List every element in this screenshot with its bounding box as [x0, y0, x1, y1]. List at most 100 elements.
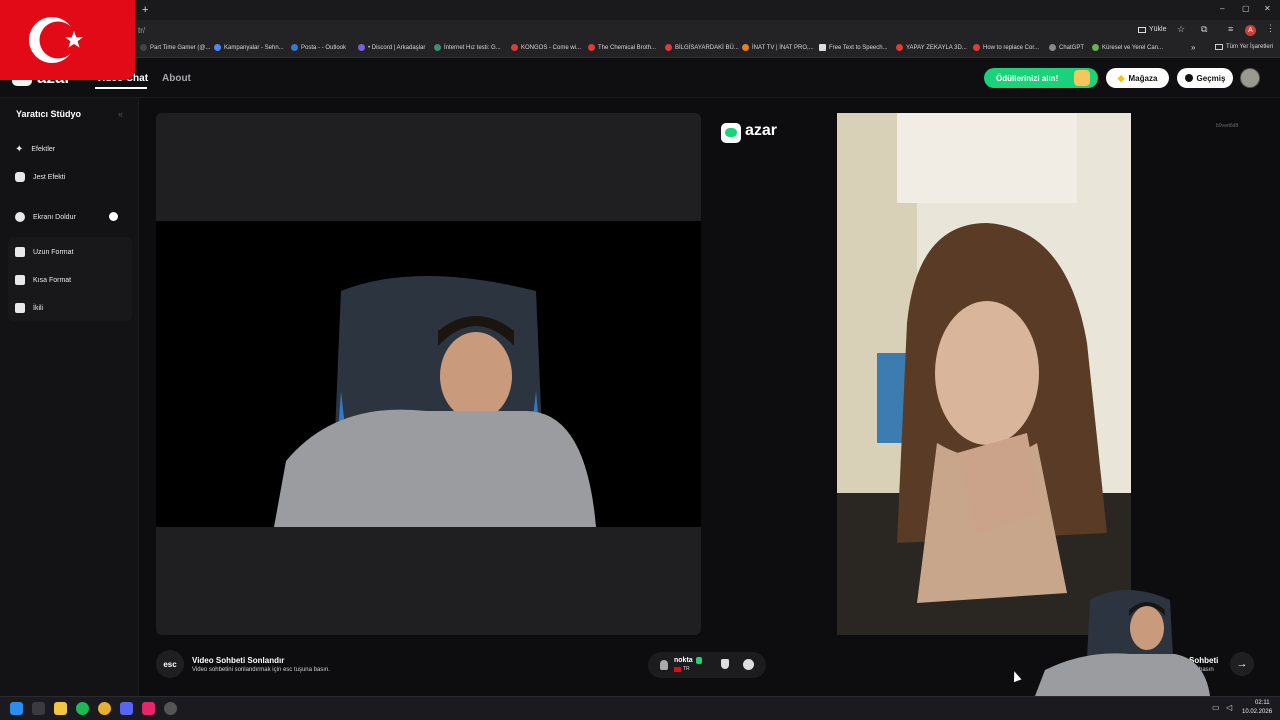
bookmark-icon: [140, 44, 147, 51]
partner-info-bar: nokta TR: [648, 652, 766, 678]
rewards-label: Ödüllerinizi alın!: [996, 73, 1059, 83]
bookmark-label: Kampanyalar - Sehn...: [224, 44, 284, 51]
bookmark-item[interactable]: How to replace Cor...: [973, 44, 1039, 51]
browser-tab-bar: + – ▢ ✕: [0, 0, 1280, 20]
bookmark-item[interactable]: İnternet Hız testi: G...: [434, 44, 501, 51]
file-explorer-icon[interactable]: [54, 702, 67, 715]
sidebar-item-short-format[interactable]: Kısa Format: [8, 268, 132, 292]
azar-main-logo-icon: [721, 123, 741, 143]
history-button[interactable]: Geçmiş: [1177, 68, 1233, 88]
new-tab-button[interactable]: +: [142, 4, 148, 16]
store-label: Mağaza: [1128, 73, 1158, 83]
bookmark-item[interactable]: Posta - - Outlook: [291, 44, 346, 51]
collapse-sidebar-button[interactable]: «: [118, 109, 123, 119]
bookmark-icon: [742, 44, 749, 51]
person-icon: [660, 660, 668, 670]
menu-icon[interactable]: ⋮: [1266, 23, 1275, 34]
install-icon: [1138, 26, 1146, 33]
tiktok-icon[interactable]: [142, 702, 155, 715]
nav-active-underline: [95, 87, 147, 89]
chatgpt-icon: [1049, 44, 1056, 51]
taskbar-app-icon[interactable]: [164, 702, 177, 715]
bookmark-label: Küresel ve Yerel Can...: [1102, 44, 1164, 51]
address-bar[interactable]: tr/ Yükle ☆ ⧉ ≡ A ⋮: [0, 20, 1280, 42]
bookmark-icon: [358, 44, 365, 51]
maximize-icon[interactable]: ▢: [1242, 4, 1250, 13]
bookmark-item[interactable]: İNAT TV | İNAT PRO,...: [742, 44, 814, 51]
bookmark-label: Posta - - Outlook: [301, 44, 347, 51]
history-label: Geçmiş: [1196, 73, 1226, 83]
streamer-silhouette-image: [1035, 590, 1210, 696]
remote-camera-feed: [837, 113, 1131, 635]
nav-about[interactable]: About: [162, 73, 191, 84]
bookmark-item[interactable]: ChatGPT: [1049, 44, 1084, 51]
local-camera-feed: [156, 221, 701, 527]
bookmark-label: BİLGİSAYARDAKİ BÜ...: [675, 44, 739, 51]
extensions-icon[interactable]: ⧉: [1201, 24, 1207, 35]
rewards-button[interactable]: Ödüllerinizi alın!: [984, 68, 1098, 88]
volume-icon[interactable]: ◁: [1226, 703, 1232, 712]
streamer-webcam-overlay: [1035, 580, 1210, 696]
bookmark-item[interactable]: BİLGİSAYARDAKİ BÜ...: [665, 44, 739, 51]
all-bookmarks-label: Tüm Yer İşaretleri: [1226, 44, 1274, 50]
store-button[interactable]: ◆ Mağaza: [1106, 68, 1169, 88]
star-icon[interactable]: ☆: [1177, 24, 1185, 35]
bookmark-item[interactable]: KONGOS - Come wi...: [511, 44, 581, 51]
chat-bubble-icon[interactable]: [743, 659, 754, 670]
install-button[interactable]: Yükle: [1138, 26, 1167, 33]
bookmarks-more-button[interactable]: »: [1191, 43, 1195, 52]
bookmark-label: • Discord | Arkadaşlar: [368, 44, 426, 51]
sidebar-item-label: İkili: [33, 304, 44, 312]
all-bookmarks-button[interactable]: Tüm Yer İşaretleri: [1215, 44, 1273, 50]
profile-avatar[interactable]: A: [1245, 25, 1256, 36]
bookmark-item[interactable]: YAPAY ZEKAYLA 3D...: [896, 44, 967, 51]
youtube-icon: [973, 44, 980, 51]
chrome-icon[interactable]: [98, 702, 111, 715]
next-arrow-button[interactable]: →: [1230, 652, 1254, 676]
network-icon[interactable]: ▭: [1212, 703, 1220, 712]
bookmark-icon: [1092, 44, 1099, 51]
arrow-right-icon: →: [1236, 658, 1248, 670]
bookmark-item[interactable]: Küresel ve Yerel Can...: [1092, 44, 1163, 51]
taskbar-app-icon[interactable]: [32, 702, 45, 715]
sidebar-item-dual[interactable]: İkili: [8, 296, 132, 320]
dual-layout-icon: [15, 303, 25, 313]
bookmark-item[interactable]: Part Time Gamer (@...: [140, 44, 210, 51]
sidebar-item-effects[interactable]: ✦ Efektler: [8, 137, 132, 161]
windows-start-icon[interactable]: [10, 702, 23, 715]
end-chat-description: Video sohbetini sonlandırmak için esc tu…: [192, 667, 330, 673]
bookmark-label: KONGOS - Come wi...: [521, 44, 582, 51]
bookmark-item[interactable]: • Discord | Arkadaşlar: [358, 44, 425, 51]
minimize-icon[interactable]: –: [1220, 4, 1224, 13]
bookmark-item[interactable]: Kampanyalar - Sehn...: [214, 44, 284, 51]
turkey-flag-overlay: [0, 0, 135, 80]
media-icon[interactable]: ≡: [1228, 24, 1233, 34]
bookmark-icon: [214, 44, 221, 51]
url-text[interactable]: tr/: [138, 26, 145, 35]
diamond-icon: ◆: [1117, 72, 1125, 83]
user-silhouette-image: [274, 276, 596, 527]
magic-wand-icon: ✦: [15, 143, 24, 155]
esc-key-button[interactable]: esc: [156, 650, 184, 678]
bookmark-item[interactable]: The Chemical Broth...: [588, 44, 656, 51]
report-shield-icon[interactable]: [721, 659, 729, 669]
clock-date[interactable]: 10.02.2026: [1242, 709, 1272, 715]
end-chat-title: Video Sohbeti Sonlandır: [192, 656, 285, 665]
bookmark-icon: [434, 44, 441, 51]
local-video-panel: [156, 113, 701, 635]
sidebar-item-gesture-effect[interactable]: Jest Efekti: [8, 165, 132, 189]
verified-badge-icon: [696, 657, 702, 664]
close-icon[interactable]: ✕: [1264, 4, 1271, 13]
fill-screen-toggle[interactable]: [109, 212, 118, 221]
bookmark-label: The Chemical Broth...: [598, 44, 657, 51]
spotify-icon[interactable]: [76, 702, 89, 715]
bookmark-item[interactable]: Free Text to Speech...: [819, 44, 888, 51]
bookmark-label: ChatGPT: [1059, 44, 1085, 51]
bookmark-label: Part Time Gamer (@...: [150, 44, 211, 51]
sidebar-item-fill-screen[interactable]: Ekranı Doldur: [8, 205, 132, 229]
discord-icon[interactable]: [120, 702, 133, 715]
user-avatar[interactable]: [1240, 68, 1260, 88]
bookmark-label: How to replace Cor...: [983, 44, 1040, 51]
clock-time[interactable]: 02:11: [1255, 700, 1270, 706]
sidebar-item-long-format[interactable]: Uzun Format: [8, 240, 132, 264]
